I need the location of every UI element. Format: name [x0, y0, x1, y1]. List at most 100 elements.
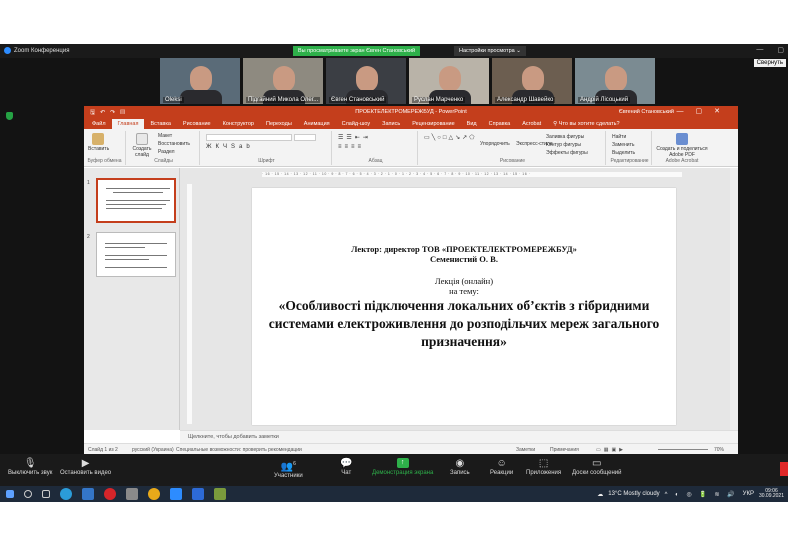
end-meeting-button[interactable]	[780, 462, 788, 476]
mute-button[interactable]: 🎙 Выключить звук	[8, 458, 52, 476]
zoom-slider[interactable]	[658, 449, 708, 450]
shape-effects-button[interactable]: Эффекты фигуры	[546, 150, 588, 156]
select-button[interactable]: Выделить	[612, 150, 635, 156]
tab-design[interactable]: Конструктор	[217, 119, 260, 129]
participant-tile[interactable]: Андрій Лісоцький	[575, 58, 655, 104]
paste-icon	[92, 133, 104, 145]
tab-file[interactable]: Файл	[86, 119, 112, 129]
share-screen-button[interactable]: ↑ Демонстрация экрана	[372, 458, 433, 476]
shape-outline-button[interactable]: Контур фигуры	[546, 142, 581, 148]
new-slide-button[interactable]: Создать слайд	[130, 133, 154, 158]
reactions-icon: ☺	[496, 458, 507, 469]
participant-tile[interactable]: Руслан Марченко	[409, 58, 489, 104]
tab-review[interactable]: Рецензирование	[406, 119, 460, 129]
font-family-select[interactable]	[206, 134, 292, 141]
list-buttons[interactable]: ☰☰⇤⇥	[338, 134, 371, 141]
pp-window-controls[interactable]: —▢✕	[677, 107, 732, 115]
slide-thumbnail[interactable]	[96, 178, 176, 223]
group-editing: Найти Заменить Выделить Редактирование	[608, 131, 652, 165]
shapes-gallery[interactable]: ▭╲○□△↘↗⬠	[424, 134, 476, 141]
tray-icons[interactable]: ^ ◐ ◎ 🔋 ≋ 🔊	[665, 491, 738, 498]
windows-start-icon[interactable]	[6, 490, 14, 498]
chrome-icon[interactable]	[148, 488, 160, 500]
notes-pane[interactable]: Щелкните, чтобы добавить заметки	[180, 430, 738, 443]
task-view-icon[interactable]	[42, 490, 50, 498]
tab-help[interactable]: Справка	[483, 119, 517, 129]
collapse-button[interactable]: Свернуть	[753, 59, 786, 67]
thumb-line	[106, 200, 170, 201]
adobe-pdf-button[interactable]: Создать и поделиться Adobe PDF	[656, 133, 708, 158]
shield-icon[interactable]	[6, 112, 13, 120]
viewing-banner: Вы просматриваете экран Євген Становськи…	[293, 46, 421, 56]
lector-text[interactable]: Лектор: директор ТОВ «ПРОЕКТЕЛЕКТРОМЕРЕЖ…	[252, 244, 676, 264]
participant-name: Андрій Лісоцький	[578, 97, 631, 103]
view-buttons[interactable]: ▭▦▣▶	[596, 447, 626, 453]
weather-text[interactable]: 13°C Mostly cloudy	[608, 491, 659, 497]
maximize-icon[interactable]: ▢	[777, 46, 784, 54]
participant-tile[interactable]: Підгайний Микола Олег...	[243, 58, 323, 104]
vertical-scrollbar[interactable]	[730, 168, 738, 430]
language-indicator[interactable]: русский (Украина)	[132, 447, 174, 453]
whiteboard-button[interactable]: ▭ Доски сообщений	[572, 458, 622, 476]
tab-acrobat[interactable]: Acrobat	[516, 119, 547, 129]
tab-draw[interactable]: Рисование	[177, 119, 217, 129]
tab-slideshow[interactable]: Слайд-шоу	[336, 119, 377, 129]
chat-button[interactable]: 💬 Чат	[340, 458, 352, 476]
word-icon[interactable]	[82, 488, 94, 500]
tell-me-search[interactable]: ⚲ Что вы хотите сделать?	[547, 119, 625, 129]
app-icon[interactable]	[214, 488, 226, 500]
font-size-select[interactable]	[294, 134, 316, 141]
ribbon-tabs: Файл Главная Вставка Рисование Конструкт…	[84, 118, 738, 129]
slides-thumbnail-pane: 1 2	[84, 168, 180, 430]
new-slide-label: Создать слайд	[132, 146, 152, 158]
layout-button[interactable]: Макет	[158, 133, 172, 139]
tab-home[interactable]: Главная	[111, 119, 145, 129]
search-icon[interactable]	[24, 490, 32, 498]
tab-transitions[interactable]: Переходы	[260, 119, 298, 129]
arrange-button[interactable]: Упорядочить	[480, 141, 510, 147]
lecture-text[interactable]: Лекція (онлайн) на тему:	[252, 276, 676, 296]
replace-button[interactable]: Заменить	[612, 142, 634, 148]
reset-button[interactable]: Восстановить	[158, 141, 190, 147]
language-indicator[interactable]: УКР	[743, 491, 754, 497]
zoom-level[interactable]: 70%	[714, 447, 724, 453]
shape-fill-button[interactable]: Заливка фигуры	[546, 134, 584, 140]
find-button[interactable]: Найти	[612, 134, 626, 140]
files-icon[interactable]	[126, 488, 138, 500]
participant-name: Підгайний Микола Олег...	[246, 97, 321, 103]
notes-toggle[interactable]: Заметки	[516, 447, 535, 453]
accessibility-status[interactable]: Специальные возможности: проверить реком…	[176, 447, 302, 453]
stop-video-button[interactable]: ▶ Остановить видео	[60, 458, 111, 476]
tab-record[interactable]: Запись	[376, 119, 406, 129]
edge-icon[interactable]	[60, 488, 72, 500]
slide-editing-area: · 16 · 15 · 14 · 13 · 12 · 11 · 10 · 9 ·…	[180, 168, 738, 430]
opera-icon[interactable]	[104, 488, 116, 500]
app-icon[interactable]	[192, 488, 204, 500]
section-button[interactable]: Раздел	[158, 149, 175, 155]
topic-title[interactable]: «Особливості підключення локальних об’єк…	[252, 297, 676, 351]
camera-icon: ▶	[81, 458, 90, 469]
align-buttons[interactable]: ≡≡≡≡	[338, 144, 364, 150]
participant-tile[interactable]: Александр Шавейко	[492, 58, 572, 104]
participants-button[interactable]: 👥6 Участники	[274, 458, 303, 479]
tab-view[interactable]: Вид	[461, 119, 483, 129]
zoom-app-icon[interactable]	[170, 488, 182, 500]
apps-button[interactable]: ⬚ Приложения	[526, 458, 561, 476]
tab-animations[interactable]: Анимация	[298, 119, 336, 129]
slide-thumbnail[interactable]	[96, 232, 176, 277]
minimize-icon[interactable]: —	[756, 46, 763, 54]
view-options-button[interactable]: Настройки просмотра ⌄	[454, 46, 526, 56]
pp-user-name[interactable]: Євгений Становський	[619, 109, 674, 115]
font-format-buttons[interactable]: ЖКЧSab	[206, 144, 254, 150]
participant-tile[interactable]: Oleksi	[160, 58, 240, 104]
thumb-line	[106, 188, 170, 189]
record-button[interactable]: ◉ Запись	[450, 458, 470, 476]
tab-insert[interactable]: Вставка	[144, 119, 176, 129]
slide-canvas[interactable]: Лектор: директор ТОВ «ПРОЕКТЕЛЕКТРОМЕРЕЖ…	[252, 188, 676, 425]
zoom-title-bar: Zoom Конференция Вы просматриваете экран…	[0, 44, 788, 58]
clock[interactable]: 09:06 30.09.2021	[759, 489, 784, 499]
comments-toggle[interactable]: Примечания	[550, 447, 579, 453]
paste-button[interactable]: Вставить	[88, 133, 109, 152]
reactions-button[interactable]: ☺ Реакции	[490, 458, 513, 476]
participant-tile[interactable]: Євген Становський	[326, 58, 406, 104]
